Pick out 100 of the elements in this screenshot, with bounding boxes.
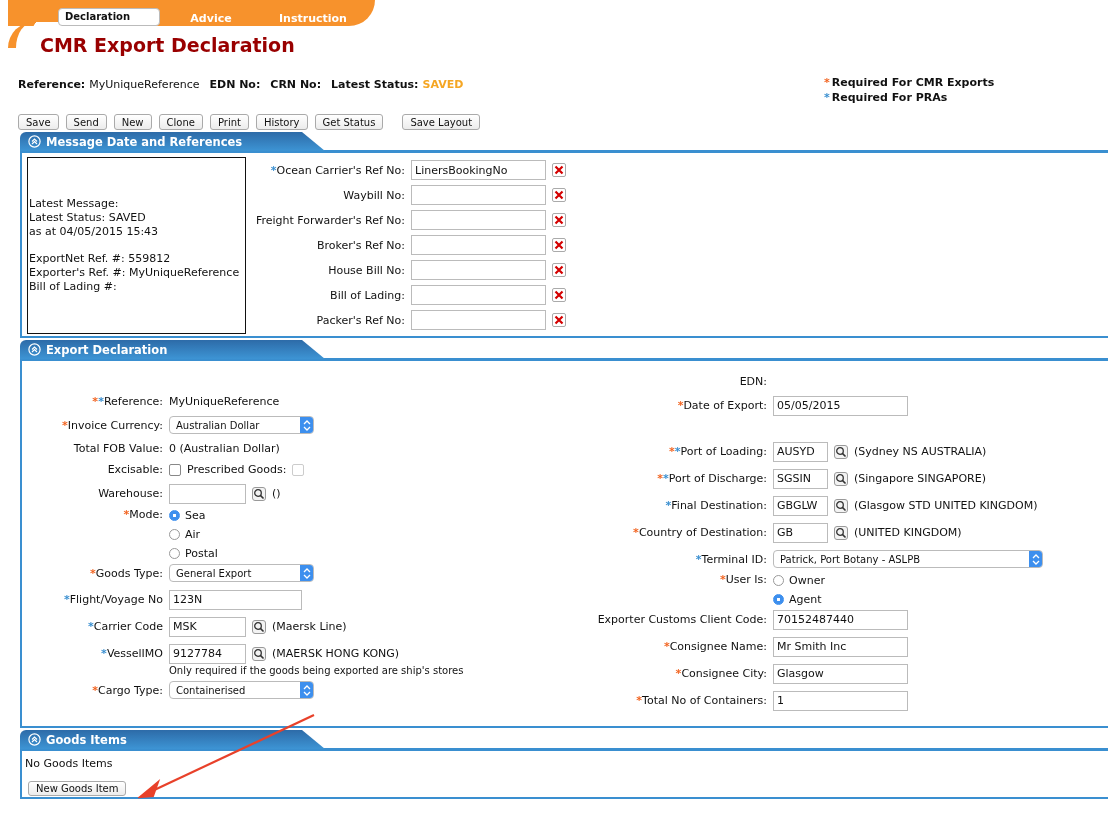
dropdown[interactable]: General Export [169,564,314,582]
required-asterisk: * [270,163,277,177]
section-header[interactable]: Goods Items [20,730,325,749]
dropdown[interactable]: Containerised [169,681,314,699]
radio-button[interactable] [169,510,180,521]
required-asterisk: * [633,526,639,539]
section-header[interactable]: Export Declaration [20,340,325,359]
radio-label: Postal [185,547,218,560]
summary-value: SAVED [422,78,464,93]
info-line: Latest Status: SAVED [29,211,147,225]
text-field[interactable] [411,310,546,330]
required-asterisk: * [675,667,682,680]
text-field[interactable]: LinersBookingNo [411,160,546,180]
required-asterisk: * [636,694,643,707]
dropdown[interactable]: Patrick, Port Botany - ASLPB [773,550,1043,568]
required-asterisk: * [90,566,96,580]
dropdown-arrows-icon [300,565,313,581]
text-field[interactable]: MSK [169,616,246,637]
info-line: as at 04/05/2015 15:43 [29,225,160,239]
required-asterisk: * [63,593,70,606]
field-label: Warehouse: [98,487,163,500]
clear-icon[interactable] [552,188,566,202]
legend-text: Required For CMR Exports [831,76,995,89]
field-label: Total FOB Value: [73,442,163,455]
hint-text: Only required if the goods being exported are ship's stores [169,664,464,676]
collapse-icon[interactable] [28,135,41,148]
required-asterisk: * [123,508,130,521]
text-field[interactable]: SGSIN [773,468,828,489]
clear-icon[interactable] [552,263,566,277]
required-asterisk: * [663,640,670,653]
legend-text: Required For PRAs [831,91,948,104]
search-icon[interactable] [834,471,848,486]
text-field[interactable] [411,285,546,305]
toolbar-button[interactable]: Clone [158,114,203,130]
nav-tab[interactable]: Declaration [58,8,160,26]
field-label: Exporter Customs Client Code: [597,613,767,626]
text-field[interactable]: 70152487440 [773,609,908,630]
lookup-description: (Maersk Line) [272,620,347,633]
search-icon[interactable] [834,525,848,540]
summary-label: EDN No: [209,78,261,93]
required-asterisk: * [92,395,99,408]
text-field[interactable]: GB [773,522,828,543]
toolbar-button[interactable]: Send [65,114,107,130]
clear-icon[interactable] [552,313,566,327]
summary-label: CRN No: [270,78,322,93]
dropdown[interactable]: Australian Dollar [169,416,314,434]
required-asterisk: * [92,683,99,697]
field-label: Total No of Containers: [642,694,767,707]
search-icon[interactable] [252,486,266,501]
search-icon[interactable] [252,646,266,661]
text-field[interactable] [411,260,546,280]
search-icon[interactable] [834,498,848,513]
required-asterisk: * [61,418,68,432]
toolbar-button[interactable]: History [255,114,308,130]
info-line: Exporter's Ref. #: MyUniqueReference [29,266,241,280]
text-field[interactable] [411,235,546,255]
summary-value: MyUniqueReference [89,78,200,93]
toolbar-button[interactable]: Save [18,114,59,130]
info-line: Bill of Lading #: [29,280,118,294]
text-field[interactable]: AUSYD [773,441,828,462]
text-field[interactable]: Mr Smith Inc [773,636,908,657]
search-icon[interactable] [252,619,266,634]
text-field[interactable]: Glasgow [773,663,908,684]
text-field[interactable]: 1 [773,690,908,711]
clear-icon[interactable] [552,163,566,177]
lookup-description: (Glasgow STD UNITED KINGDOM) [854,499,1038,512]
field-label: Goods Type: [95,566,163,580]
required-asterisk: * [674,445,681,458]
text-field[interactable]: 9127784 [169,643,246,664]
collapse-icon[interactable] [28,733,41,746]
text-field[interactable] [411,210,546,230]
field-label: Port of Loading: [680,445,767,458]
dropdown-arrows-icon [300,682,313,698]
toolbar-button[interactable]: Print [209,114,249,130]
clear-icon[interactable] [552,213,566,227]
section-header[interactable]: Message Date and References [20,132,325,151]
text-field[interactable] [169,483,246,504]
text-field[interactable]: 123N [169,589,302,610]
text-field[interactable] [411,185,546,205]
checkbox[interactable] [169,463,181,476]
field-label: Freight Forwarder's Ref No: [255,213,405,227]
search-icon[interactable] [834,444,848,459]
new-goods-item-button[interactable]: New Goods Item [28,781,127,796]
radio-button[interactable] [773,594,784,605]
toolbar-button[interactable]: New [113,114,152,130]
radio-label: Sea [185,509,206,522]
field-label: User Is: [725,573,767,586]
toolbar-button[interactable]: Save Layout [402,114,481,130]
toolbar-button[interactable]: Get Status [314,114,384,130]
collapse-icon[interactable] [28,343,41,356]
required-asterisk: * [665,499,672,512]
clear-icon[interactable] [552,288,566,302]
text-field[interactable]: GBGLW [773,495,828,516]
field-label: Country of Destination: [638,526,767,539]
clear-icon[interactable] [552,238,566,252]
info-line: Latest Message: [29,197,120,211]
text-field[interactable]: 05/05/2015 [773,395,908,416]
page-title: CMR Export Declaration [40,34,296,56]
field-label: Invoice Currency: [67,418,163,432]
field-label: EDN: [739,375,767,388]
